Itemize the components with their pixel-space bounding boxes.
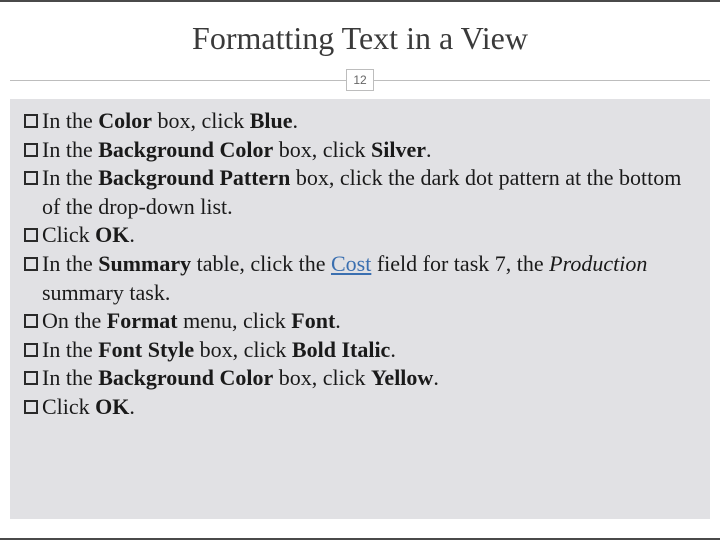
text-run: box, click: [194, 337, 292, 362]
text-bold: Format: [107, 308, 178, 333]
text-bold: Font Style: [98, 337, 194, 362]
text-run: box, click: [152, 108, 250, 133]
list-item-text: On the Format menu, click Font.: [42, 307, 696, 336]
text-bold: Silver: [371, 137, 426, 162]
list-item-text: Click OK.: [42, 393, 696, 422]
list-item-text: In the Color box, click Blue.: [42, 107, 696, 136]
page-number-badge: 12: [346, 69, 374, 91]
text-run: summary task.: [42, 280, 170, 305]
box-bullet-icon: [24, 400, 38, 414]
text-bold: Background Color: [98, 365, 273, 390]
text-run: In the: [42, 337, 98, 362]
text-run: In the: [42, 108, 98, 133]
box-bullet-icon: [24, 228, 38, 242]
box-bullet-icon: [24, 371, 38, 385]
text-bold: Background Pattern: [98, 165, 290, 190]
list-item-text: Click OK.: [42, 221, 696, 250]
text-bold: Summary: [98, 251, 191, 276]
text-run: .: [433, 365, 439, 390]
box-bullet-icon: [24, 343, 38, 357]
list-item: In the Background Color box, click Silve…: [24, 136, 696, 165]
text-bold: Background Color: [98, 137, 273, 162]
text-bold: Color: [98, 108, 152, 133]
list-item: On the Format menu, click Font.: [24, 307, 696, 336]
text-run: .: [129, 394, 135, 419]
box-bullet-icon: [24, 114, 38, 128]
text-run: box, click: [273, 137, 371, 162]
text-bold: OK: [95, 222, 129, 247]
text-run: Click: [42, 222, 95, 247]
page-title: Formatting Text in a View: [0, 2, 720, 67]
text-run: In the: [42, 365, 98, 390]
list-item: In the Color box, click Blue.: [24, 107, 696, 136]
text-run: On the: [42, 308, 107, 333]
content-panel: In the Color box, click Blue. In the Bac…: [10, 99, 710, 519]
text-run: Click: [42, 394, 95, 419]
text-run: menu, click: [178, 308, 292, 333]
text-run: field for task 7, the: [371, 251, 549, 276]
slide: Formatting Text in a View 12 In the Colo…: [0, 0, 720, 540]
text-bold: OK: [95, 394, 129, 419]
text-bold: Bold Italic: [292, 337, 390, 362]
text-run: .: [335, 308, 341, 333]
title-divider: 12: [0, 67, 720, 93]
text-bold: Yellow: [371, 365, 433, 390]
text-run: .: [426, 137, 432, 162]
list-item-text: In the Font Style box, click Bold Italic…: [42, 336, 696, 365]
text-run: In the: [42, 251, 98, 276]
text-run: .: [390, 337, 396, 362]
list-item-text: In the Summary table, click the Cost fie…: [42, 250, 696, 307]
list-item-text: In the Background Pattern box, click the…: [42, 164, 696, 221]
text-run: box, click: [273, 365, 371, 390]
box-bullet-icon: [24, 171, 38, 185]
list-item: In the Summary table, click the Cost fie…: [24, 250, 696, 307]
list-item: In the Background Pattern box, click the…: [24, 164, 696, 221]
text-bold: Blue: [250, 108, 293, 133]
box-bullet-icon: [24, 143, 38, 157]
list-item-text: In the Background Color box, click Yello…: [42, 364, 696, 393]
box-bullet-icon: [24, 314, 38, 328]
list-item: In the Font Style box, click Bold Italic…: [24, 336, 696, 365]
list-item: Click OK.: [24, 221, 696, 250]
text-run: In the: [42, 165, 98, 190]
text-run: .: [129, 222, 135, 247]
text-run: table, click the: [191, 251, 331, 276]
text-run: In the: [42, 137, 98, 162]
list-item: Click OK.: [24, 393, 696, 422]
text-run: .: [293, 108, 299, 133]
list-item: In the Background Color box, click Yello…: [24, 364, 696, 393]
box-bullet-icon: [24, 257, 38, 271]
text-italic: Production: [549, 251, 647, 276]
link-cost[interactable]: Cost: [331, 251, 371, 276]
text-bold: Font: [291, 308, 335, 333]
list-item-text: In the Background Color box, click Silve…: [42, 136, 696, 165]
